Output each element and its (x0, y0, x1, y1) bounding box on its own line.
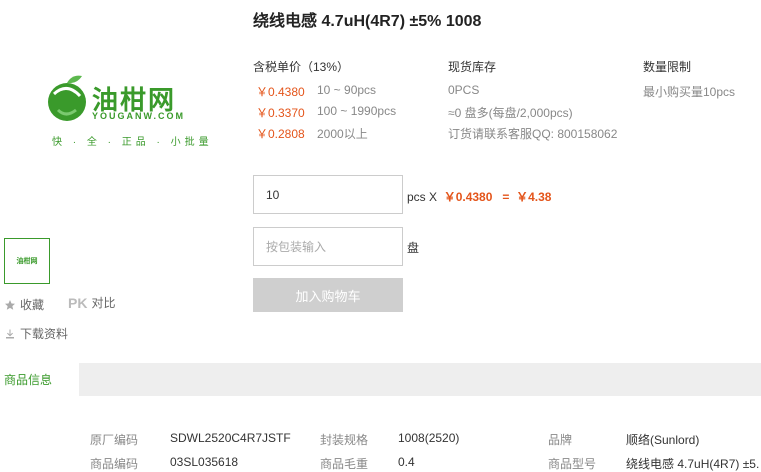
tab-product-info[interactable]: 商品信息 (0, 363, 79, 396)
price-tier-2: ￥0.3370 (256, 106, 305, 120)
spec-label: 品牌 (548, 433, 573, 447)
compare-button[interactable]: PK 对比 (68, 294, 115, 311)
limit-text: 最小购买量10pcs (643, 85, 736, 99)
thumbnail-logo: 油柑网 (16, 258, 38, 265)
logo-tagline: 快 · 全 · 正品 · 小批量 (52, 137, 213, 148)
download-button[interactable]: 下载资料 (4, 325, 68, 342)
product-title: 绕线电感 4.7uH(4R7) ±5% 1008 (253, 13, 482, 30)
spec-value: 0.4 (398, 455, 415, 469)
spec-value: 绕线电感 4.7uH(4R7) ±5. (626, 457, 760, 471)
stock-contact: 订货请联系客服QQ: 800158062 (448, 127, 618, 141)
spec-label: 商品毛重 (320, 457, 369, 471)
spec-label: 商品编码 (90, 457, 139, 471)
stock-reels: ≈0 盘多(每盘/2,000pcs) (448, 106, 573, 120)
stock-header: 现货库存 (448, 60, 497, 74)
range-tier-3: 2000以上 (317, 127, 368, 141)
spec-label: 商品型号 (548, 457, 597, 471)
total-price: ￥4.38 (516, 190, 552, 204)
spec-value: SDWL2520C4R7JSTF (170, 431, 291, 445)
tab-bar (0, 363, 761, 396)
download-icon (6, 329, 14, 338)
pcs-x-label: pcs X (407, 190, 438, 204)
pack-unit-label: 盘 (407, 241, 420, 255)
spec-value: 1008(2520) (398, 431, 460, 445)
spec-value: 03SL035618 (170, 455, 239, 469)
range-tier-2: 100 ~ 1990pcs (317, 104, 397, 118)
favorite-label: 收藏 (20, 298, 45, 312)
star-icon (5, 299, 15, 310)
equals-sign: = (502, 190, 510, 204)
add-to-cart-button[interactable]: 加入购物车 (253, 278, 403, 312)
logo-icon (48, 75, 86, 121)
limit-header: 数量限制 (643, 60, 692, 74)
logo-domain: YOUGANW.COM (92, 111, 185, 121)
price-calculation: pcs X ￥0.4380 = ￥4.38 (407, 188, 551, 205)
stock-quantity: 0PCS (448, 83, 480, 97)
quantity-input[interactable] (253, 175, 403, 214)
price-tier-1: ￥0.4380 (256, 85, 305, 99)
price-tier-3: ￥0.2808 (256, 127, 305, 141)
favorite-button[interactable]: 收藏 (4, 296, 44, 313)
pk-icon: PK (68, 294, 88, 311)
unit-price: ￥0.4380 (443, 190, 493, 204)
spec-value: 顺络(Sunlord) (626, 433, 700, 447)
compare-label: 对比 (91, 296, 116, 310)
spec-label: 封装规格 (320, 433, 369, 447)
product-thumbnail[interactable]: 油柑网 (4, 238, 50, 284)
price-header: 含税单价（13%） (253, 60, 350, 74)
spec-label: 原厂编码 (90, 433, 139, 447)
download-label: 下载资料 (20, 327, 69, 341)
range-tier-1: 10 ~ 90pcs (317, 83, 377, 97)
pack-input[interactable] (253, 227, 403, 266)
